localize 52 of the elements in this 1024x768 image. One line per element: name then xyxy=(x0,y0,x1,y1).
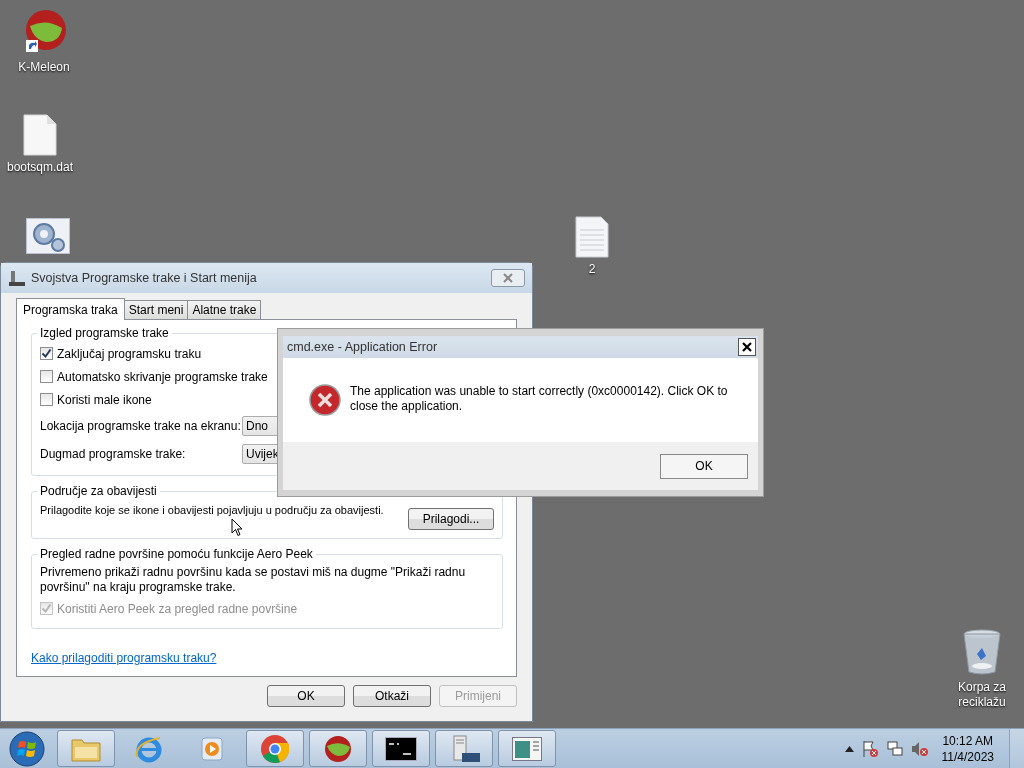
dialog-button[interactable]: Otkaži xyxy=(353,685,431,707)
desktop-icon-label[interactable]: K-Meleon xyxy=(18,60,70,75)
desktop-icon-label[interactable]: 2 xyxy=(588,262,596,277)
recycle-bin-icon[interactable] xyxy=(962,628,1002,676)
checkbox-label[interactable]: Zaključaj programsku traku xyxy=(57,346,202,361)
clock-time[interactable]: 10:12 AM xyxy=(942,732,994,749)
ok-button[interactable]: OK xyxy=(660,453,748,479)
desktop-icon-label[interactable]: Korpa za reciklažu xyxy=(944,680,1020,710)
gears-icon[interactable] xyxy=(26,218,70,254)
checkbox-label[interactable]: Koristi male ikone xyxy=(57,392,152,407)
close-icon xyxy=(502,273,514,283)
browser-e-icon xyxy=(134,734,164,763)
group-label: Izgled programske trake xyxy=(39,326,170,340)
clock-date[interactable]: 11/4/2023 xyxy=(941,748,994,765)
customize-button[interactable]: Prilagodi... xyxy=(408,508,494,530)
start-button[interactable] xyxy=(9,730,45,767)
window-icon xyxy=(512,736,542,761)
checkbox[interactable] xyxy=(40,347,53,360)
checkbox[interactable] xyxy=(40,370,53,383)
tab[interactable]: Programska traka xyxy=(16,298,125,320)
file-icon[interactable] xyxy=(23,114,57,156)
checkbox-label[interactable]: Automatsko skrivanje programske trake xyxy=(57,369,268,384)
description-text: Privremeno prikaži radnu površinu kada se postavi miš na dugme "Prikaži radnu površinu" na kraju programske trake. xyxy=(40,565,467,595)
close-button[interactable] xyxy=(738,338,756,356)
chrome-icon xyxy=(260,733,290,764)
text-file-icon[interactable] xyxy=(575,216,609,258)
dialog-title: cmd.exe - Application Error xyxy=(287,340,438,354)
group-label: Područje za obavijesti xyxy=(39,484,158,498)
help-link[interactable]: Kako prilagoditi programsku traku? xyxy=(31,651,217,665)
checkbox[interactable] xyxy=(40,393,53,406)
description-text: Prilagodite koje se ikone i obavijesti pojavljuju u području za obavijesti. xyxy=(40,504,384,516)
taskbar-icon xyxy=(9,270,25,286)
tab[interactable]: Alatne trake xyxy=(187,300,262,319)
media-player-icon xyxy=(199,735,225,762)
dialog-button[interactable]: OK xyxy=(267,685,345,707)
field-label: Dugmad programske trake: xyxy=(40,447,187,461)
flag-icon[interactable] xyxy=(860,739,879,758)
tab[interactable]: Start meni xyxy=(123,300,189,319)
group-label: Pregled radne površine pomoću funkcije Aero Peek xyxy=(39,547,314,561)
error-icon xyxy=(309,384,341,416)
cursor-icon xyxy=(231,518,243,537)
taskbar-button[interactable] xyxy=(372,730,430,767)
show-hidden-icons-arrow-icon[interactable] xyxy=(844,745,854,752)
taskbar-button[interactable] xyxy=(435,730,493,767)
console-icon xyxy=(385,736,417,761)
field-label: Lokacija programske trake na ekranu: xyxy=(40,419,242,433)
close-icon xyxy=(742,342,752,352)
network-icon[interactable] xyxy=(885,739,904,758)
window-title: Svojstva Programske trake i Start menija xyxy=(31,271,258,285)
chameleon-icon xyxy=(323,733,353,764)
error-message: The application was unable to start correctly (0xc0000142). Click OK to close the application. xyxy=(350,384,729,414)
desktop-icon-label[interactable]: bootsqm.dat xyxy=(6,160,73,175)
